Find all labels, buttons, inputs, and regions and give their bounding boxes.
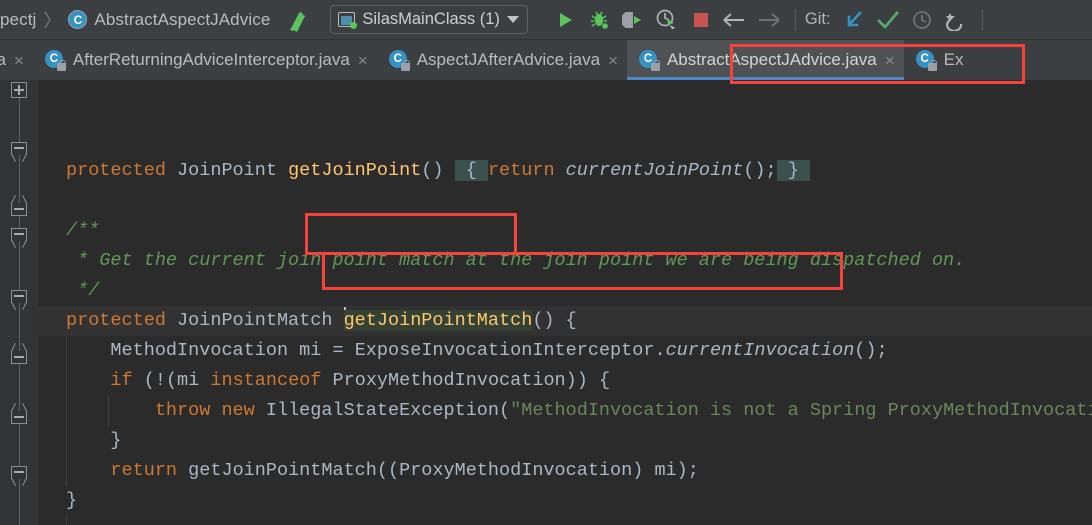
editor-tab[interactable]: C Ex [904, 40, 973, 80]
code-fold-marker[interactable] [11, 290, 28, 307]
code-line[interactable]: * Get the current join point match at th… [38, 246, 965, 276]
toolbar-divider-2 [981, 8, 983, 31]
toolbar-divider [794, 8, 796, 31]
java-class-icon: C [388, 50, 410, 71]
editor-tab[interactable]: C AfterReturningAdviceInterceptor.java × [33, 40, 377, 80]
toolbar-actions: Git: [548, 3, 992, 37]
java-class-icon: C [915, 50, 937, 71]
editor-tab-label: va [0, 50, 6, 69]
code-line[interactable]: return getJoinPointMatch((ProxyMethodInv… [38, 456, 698, 486]
breadcrumb-class[interactable]: AbstractAspectJAdvice [94, 10, 270, 30]
application-icon [338, 12, 358, 29]
code-line[interactable]: MethodInvocation mi = ExposeInvocationIn… [38, 336, 887, 366]
debug-button[interactable] [582, 3, 616, 37]
navigate-forward-button[interactable] [752, 3, 786, 37]
chevron-down-icon[interactable] [506, 16, 519, 23]
navigate-back-button[interactable] [718, 3, 752, 37]
code-line[interactable]: protected JoinPoint getJoinPoint() { ret… [38, 156, 810, 186]
code-fold-marker[interactable] [11, 82, 28, 99]
run-with-coverage-button[interactable] [616, 3, 650, 37]
java-class-icon: C [44, 50, 66, 71]
close-icon[interactable]: × [14, 52, 24, 69]
code-line[interactable]: throw new IllegalStateException("MethodI… [38, 396, 1092, 426]
editor-tab[interactable]: va × [0, 40, 33, 80]
editor-gutter[interactable] [0, 80, 38, 525]
git-update-project-button[interactable] [837, 3, 871, 37]
stop-button[interactable] [684, 3, 718, 37]
navigate-back-green-arrow-icon[interactable] [288, 7, 316, 33]
code-content[interactable]: protected JoinPoint getJoinPoint() { ret… [38, 80, 1092, 525]
code-fold-marker[interactable] [11, 198, 28, 216]
run-configuration-name: SilasMainClass (1) [362, 10, 500, 28]
java-class-icon: C [638, 50, 660, 71]
code-fold-marker[interactable] [11, 346, 28, 364]
code-line[interactable]: } [38, 426, 121, 456]
code-line[interactable]: } [38, 486, 77, 516]
breadcrumb-package[interactable]: pectj [0, 10, 36, 30]
code-fold-marker[interactable] [11, 466, 28, 483]
main-toolbar: pectj 〉 C AbstractAspectJAdvice SilasMai… [0, 0, 1092, 40]
run-button[interactable] [548, 3, 582, 37]
indent-guide [66, 516, 67, 525]
code-fold-marker[interactable] [11, 228, 28, 245]
close-icon[interactable]: × [885, 52, 895, 69]
code-line[interactable]: /** [38, 216, 99, 246]
run-configuration-selector[interactable]: SilasMainClass (1) [330, 5, 528, 34]
code-line[interactable]: */ [38, 276, 99, 306]
git-rollback-button[interactable] [939, 3, 973, 37]
editor-tab-label: AspectJAfterAdvice.java [416, 50, 601, 69]
code-fold-marker[interactable] [11, 406, 28, 424]
editor-tab-label: Ex [943, 50, 964, 69]
profiler-button[interactable] [650, 3, 684, 37]
editor-tab-bar: va × C AfterReturningAdviceInterceptor.java… [0, 40, 1092, 80]
editor-tab[interactable]: C AspectJAfterAdvice.java × [377, 40, 627, 80]
java-class-badge-icon: C [68, 10, 88, 29]
editor-tab-label: AbstractAspectJAdvice.java [666, 50, 877, 69]
code-line[interactable]: if (!(mi instanceof ProxyMethodInvocatio… [38, 366, 610, 396]
git-history-button[interactable] [905, 3, 939, 37]
breadcrumb: pectj 〉 C AbstractAspectJAdvice [0, 7, 270, 33]
close-icon[interactable]: × [358, 52, 368, 69]
close-icon[interactable]: × [608, 52, 618, 69]
code-editor[interactable]: protected JoinPoint getJoinPoint() { ret… [0, 44, 1092, 525]
git-label: Git: [804, 10, 831, 28]
editor-tab-label: AfterReturningAdviceInterceptor.java [72, 50, 350, 69]
editor-tab[interactable]: C AbstractAspectJAdvice.java × [626, 40, 904, 80]
code-line[interactable]: protected JoinPointMatch getJoinPointMat… [38, 306, 577, 336]
code-fold-marker[interactable] [11, 142, 28, 159]
breadcrumb-separator-icon: 〉 [43, 10, 62, 31]
git-commit-button[interactable] [871, 3, 905, 37]
